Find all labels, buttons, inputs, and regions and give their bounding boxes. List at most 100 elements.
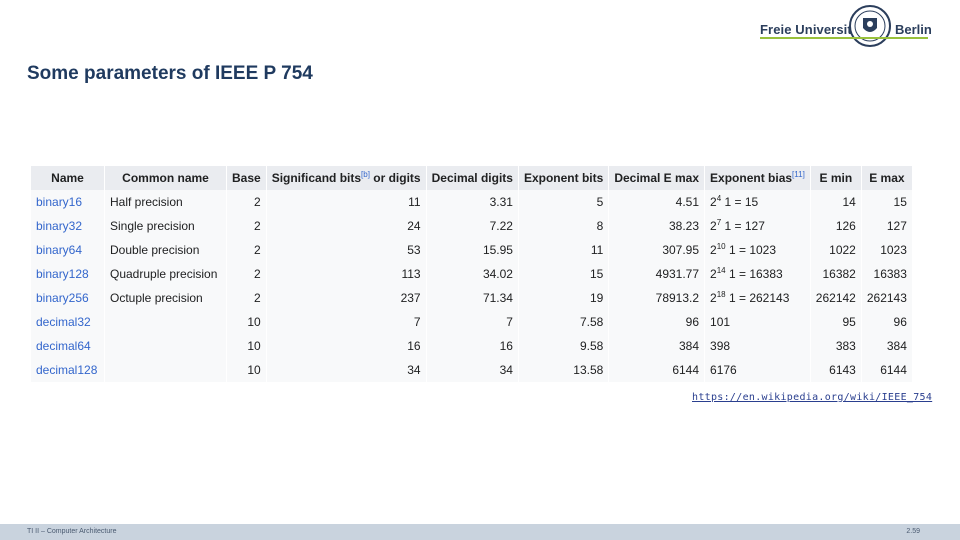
cell-name[interactable]: binary128 [31,262,105,286]
cell-name[interactable]: binary256 [31,286,105,310]
cell-bias: 398 [704,334,811,358]
cell-demax: 4931.77 [608,262,706,286]
cell-demax: 38.23 [608,214,706,238]
cell-sig: 16 [266,334,427,358]
cell-name[interactable]: binary16 [31,190,105,214]
cell-sig: 237 [266,286,427,310]
table-row: decimal64 10 16 16 9.58 384 398 383 384 [31,334,913,358]
cell-base: 2 [226,262,267,286]
cell-emax: 1023 [861,238,913,262]
footnote-ref[interactable]: [b] [361,170,370,179]
cell-dec: 16 [426,334,519,358]
cell-demax: 4.51 [608,190,706,214]
cell-name[interactable]: decimal32 [31,310,105,334]
cell-dec: 7.22 [426,214,519,238]
cell-emin: 1022 [810,238,862,262]
cell-emax: 384 [861,334,913,358]
cell-name[interactable]: binary64 [31,238,105,262]
cell-bias: 24 1 = 15 [704,190,811,214]
cell-demax: 6144 [608,358,706,382]
cell-emin: 14 [810,190,862,214]
table-row: binary256 Octuple precision 2 237 71.34 19 789… [31,286,913,310]
logo-text-right: Berlin [895,22,932,37]
table-body: binary16 Half precision 2 11 3.31 5 4.51 24 1 =… [31,190,913,382]
cell-common: Octuple precision [104,286,227,310]
cell-emin: 16382 [810,262,862,286]
cell-demax: 96 [608,310,706,334]
table-row: binary64 Double precision 2 53 15.95 11 307.95… [31,238,913,262]
cell-common: Half precision [104,190,227,214]
column-header: E max [861,166,913,190]
slide-footer: TI II – Computer Architecture 2.59 [0,524,960,540]
cell-demax: 307.95 [608,238,706,262]
cell-base: 10 [226,310,267,334]
cell-emax: 127 [861,214,913,238]
cell-emax: 262143 [861,286,913,310]
cell-sig: 24 [266,214,427,238]
column-header: Name [31,166,105,190]
column-header: E min [810,166,862,190]
cell-dec: 34.02 [426,262,519,286]
cell-emax: 16383 [861,262,913,286]
cell-bias: 6176 [704,358,811,382]
column-header: Common name [104,166,227,190]
cell-base: 2 [226,190,267,214]
cell-exp: 9.58 [518,334,610,358]
cell-bias: 27 1 = 127 [704,214,811,238]
cell-emin: 262142 [810,286,862,310]
table-row: binary128 Quadruple precision 2 113 34.02 15 4… [31,262,913,286]
column-header: Significand bits[b] or digits [266,166,427,190]
cell-common: Double precision [104,238,227,262]
cell-sig: 7 [266,310,427,334]
cell-sig: 113 [266,262,427,286]
cell-emax: 6144 [861,358,913,382]
column-header: Exponent bits [518,166,610,190]
column-header: Decimal digits [426,166,519,190]
cell-dec: 3.31 [426,190,519,214]
cell-dec: 71.34 [426,286,519,310]
column-header: Base [226,166,267,190]
cell-base: 2 [226,238,267,262]
cell-exp: 15 [518,262,610,286]
footer-page-number: 2.59 [906,528,920,535]
cell-dec: 15.95 [426,238,519,262]
table-row: binary32 Single precision 2 24 7.22 8 38.23 27 … [31,214,913,238]
cell-common: Quadruple precision [104,262,227,286]
column-header: Exponent bias[11] [704,166,811,190]
cell-exp: 11 [518,238,610,262]
ieee-parameters-table: Name Common name Base Significand bits[b] o… [31,166,913,382]
footer-course-title: TI II – Computer Architecture [27,528,117,535]
cell-exp: 19 [518,286,610,310]
seal-icon [849,5,891,47]
cell-sig: 11 [266,190,427,214]
cell-common: Single precision [104,214,227,238]
cell-name[interactable]: binary32 [31,214,105,238]
cell-emin: 95 [810,310,862,334]
cell-exp: 7.58 [518,310,610,334]
cell-base: 10 [226,358,267,382]
cell-base: 2 [226,286,267,310]
cell-emax: 15 [861,190,913,214]
cell-base: 10 [226,334,267,358]
university-logo: Freie Universität Berlin [760,4,932,52]
cell-emin: 6143 [810,358,862,382]
cell-exp: 8 [518,214,610,238]
column-header: Decimal E max [608,166,706,190]
cell-dec: 34 [426,358,519,382]
cell-common [104,334,227,358]
table-header-row: Name Common name Base Significand bits[b] o… [31,166,913,190]
source-link[interactable]: https://en.wikipedia.org/wiki/IEEE_754 [692,392,932,403]
cell-emin: 383 [810,334,862,358]
slide-title: Some parameters of IEEE P 754 [27,63,313,84]
cell-bias: 214 1 = 16383 [704,262,811,286]
cell-bias: 210 1 = 1023 [704,238,811,262]
cell-name[interactable]: decimal64 [31,334,105,358]
table-row: binary16 Half precision 2 11 3.31 5 4.51 24 1 =… [31,190,913,214]
table-row: decimal32 10 7 7 7.58 96 101 95 96 [31,310,913,334]
cell-exp: 5 [518,190,610,214]
cell-bias: 218 1 = 262143 [704,286,811,310]
cell-sig: 34 [266,358,427,382]
cell-bias: 101 [704,310,811,334]
cell-name[interactable]: decimal128 [31,358,105,382]
footnote-ref[interactable]: [11] [792,170,805,179]
